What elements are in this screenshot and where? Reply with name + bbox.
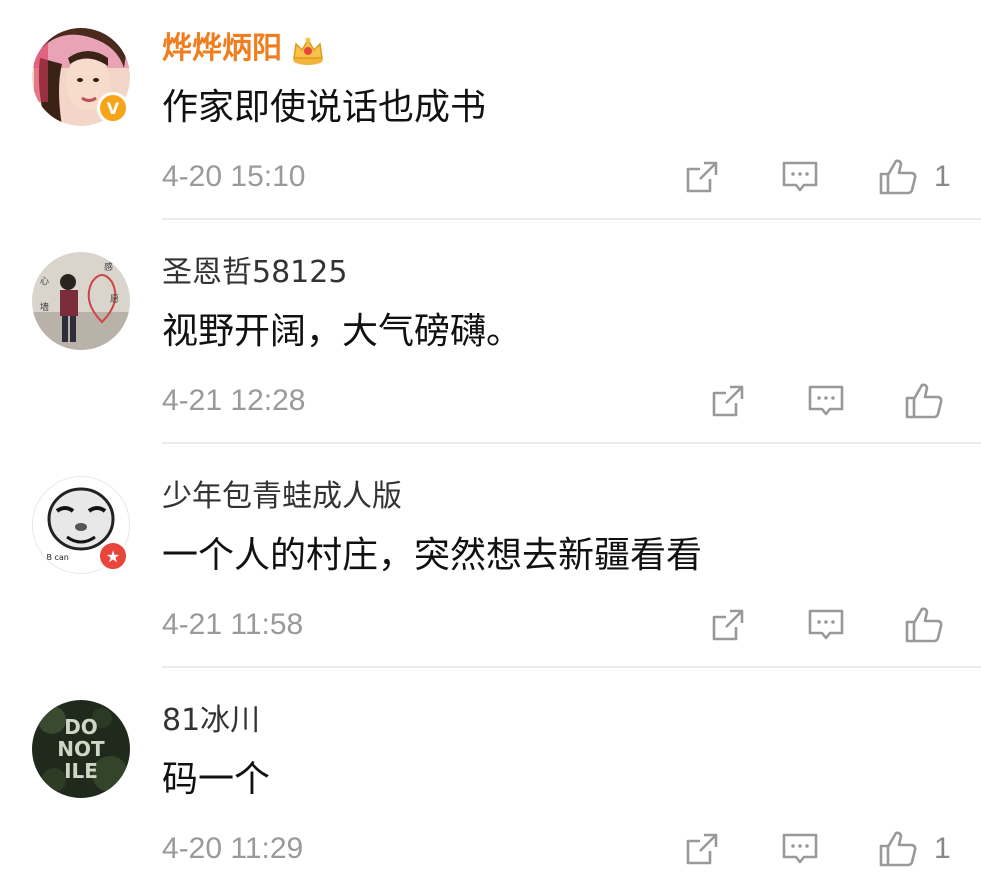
comment-icon[interactable] <box>806 381 846 421</box>
like-count: 1 <box>934 832 951 865</box>
timestamp: 4-20 11:29 <box>162 832 304 865</box>
svg-text:感: 感 <box>104 261 113 273</box>
thumbs-up-icon[interactable] <box>904 381 944 421</box>
comment-text: 码一个 <box>162 759 271 800</box>
avatar[interactable]: 心 感 愿 墙 <box>32 252 130 350</box>
comment-icon[interactable] <box>806 605 846 645</box>
verified-badge: V <box>97 92 129 124</box>
crown-icon <box>290 34 326 66</box>
username[interactable]: 圣恩哲58125 <box>162 253 347 293</box>
timestamp: 4-20 15:10 <box>162 160 306 193</box>
svg-text:NOT: NOT <box>57 737 105 761</box>
username[interactable]: 81冰川 <box>162 701 260 741</box>
share-icon[interactable] <box>708 381 748 421</box>
svg-text:e B can: e B can <box>39 553 69 562</box>
comment-item: DO NOT ILE 81冰川 码一个 4-20 11:29 1 <box>0 672 981 896</box>
comment-icon[interactable] <box>780 157 820 197</box>
username[interactable]: 少年包青蛙成人版 <box>162 477 402 517</box>
comment-text: 作家即使说话也成书 <box>162 87 487 128</box>
timestamp: 4-21 12:28 <box>162 384 306 417</box>
svg-text:ILE: ILE <box>64 759 98 783</box>
username[interactable]: 烨烨炳阳 <box>162 29 326 69</box>
comment-icon[interactable] <box>780 829 820 869</box>
comment-item: 心 感 愿 墙 圣恩哲58125 视野开阔，大气磅礴。 4-21 12:28 <box>0 224 981 448</box>
share-icon[interactable] <box>682 157 722 197</box>
comment-text: 一个人的村庄，突然想去新疆看看 <box>162 535 703 576</box>
thumbs-up-icon[interactable] <box>878 829 918 869</box>
like-count: 1 <box>934 160 951 193</box>
share-icon[interactable] <box>682 829 722 869</box>
svg-text:DO: DO <box>64 715 98 739</box>
share-icon[interactable] <box>708 605 748 645</box>
svg-text:心: 心 <box>40 276 49 287</box>
thumbs-up-icon[interactable] <box>878 157 918 197</box>
divider <box>162 666 981 668</box>
comment-item: e B can ★ 少年包青蛙成人版 一个人的村庄，突然想去新疆看看 4-21 … <box>0 448 981 672</box>
thumbs-up-icon[interactable] <box>904 605 944 645</box>
username-text[interactable]: 烨烨炳阳 <box>162 31 282 66</box>
svg-text:愿: 愿 <box>110 294 119 305</box>
divider <box>162 218 981 220</box>
avatar[interactable]: DO NOT ILE <box>32 700 130 798</box>
comment-text: 视野开阔，大气磅礴。 <box>162 311 523 352</box>
divider <box>162 442 981 444</box>
svg-text:墙: 墙 <box>40 301 49 313</box>
star-badge: ★ <box>97 540 129 572</box>
comment-item: V 烨烨炳阳 作家即使说话也成书 4-20 15:10 1 <box>0 0 981 224</box>
timestamp: 4-21 11:58 <box>162 608 304 641</box>
